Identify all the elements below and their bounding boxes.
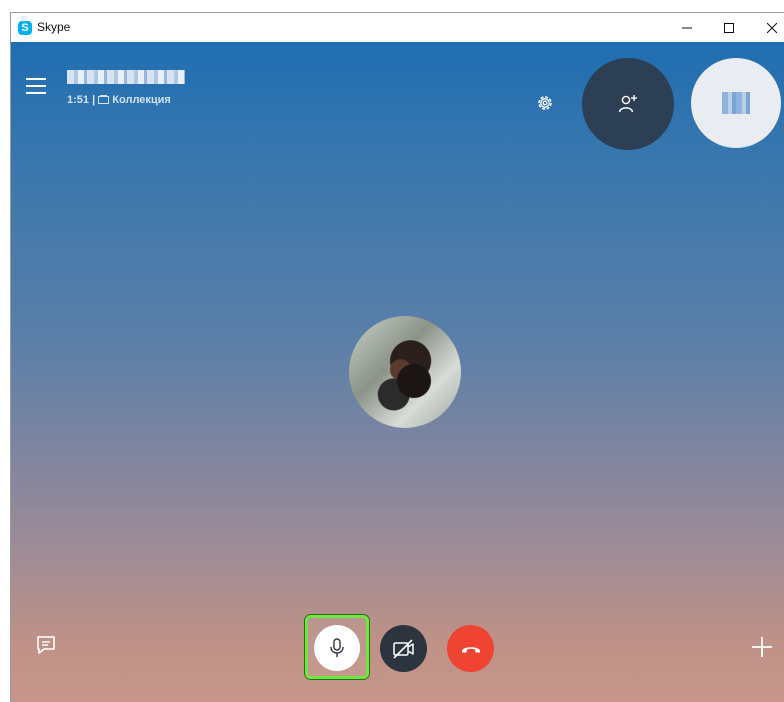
skype-window: S Skype 1:51 | Коллекция	[10, 12, 784, 702]
video-off-icon	[392, 638, 414, 659]
more-options-button[interactable]	[751, 636, 773, 658]
gear-icon	[538, 96, 552, 110]
hamburger-menu-icon[interactable]	[26, 78, 46, 94]
close-button[interactable]	[752, 13, 784, 42]
hang-up-button[interactable]	[447, 625, 494, 672]
add-person-icon	[618, 95, 637, 113]
title-bar: S Skype	[11, 13, 784, 42]
hang-up-icon	[461, 646, 480, 652]
call-info: 1:51 | Коллекция	[67, 94, 171, 106]
chat-icon	[37, 636, 55, 654]
self-preview-blurred	[722, 92, 750, 114]
caller-name-blurred	[67, 70, 185, 84]
call-stage: 1:51 | Коллекция	[11, 42, 784, 702]
chat-button[interactable]	[35, 634, 57, 656]
minimize-icon	[682, 27, 692, 28]
window-title: Skype	[37, 20, 71, 34]
self-video-preview[interactable]	[691, 58, 781, 148]
add-participant-button[interactable]	[582, 58, 674, 150]
minimize-button[interactable]	[667, 13, 707, 42]
maximize-icon	[724, 22, 734, 33]
microphone-button[interactable]	[314, 625, 360, 671]
call-info-separator: |	[92, 94, 96, 106]
caller-avatar	[349, 316, 461, 428]
video-toggle-button[interactable]	[380, 625, 427, 672]
collection-label[interactable]: Коллекция	[112, 94, 171, 106]
settings-button[interactable]	[535, 93, 555, 113]
collection-icon	[98, 95, 110, 104]
plus-icon	[752, 637, 772, 657]
close-icon	[767, 22, 777, 33]
maximize-button[interactable]	[709, 13, 749, 42]
call-duration: 1:51	[67, 94, 90, 106]
skype-logo-icon: S	[18, 21, 32, 35]
microphone-icon	[330, 638, 344, 657]
